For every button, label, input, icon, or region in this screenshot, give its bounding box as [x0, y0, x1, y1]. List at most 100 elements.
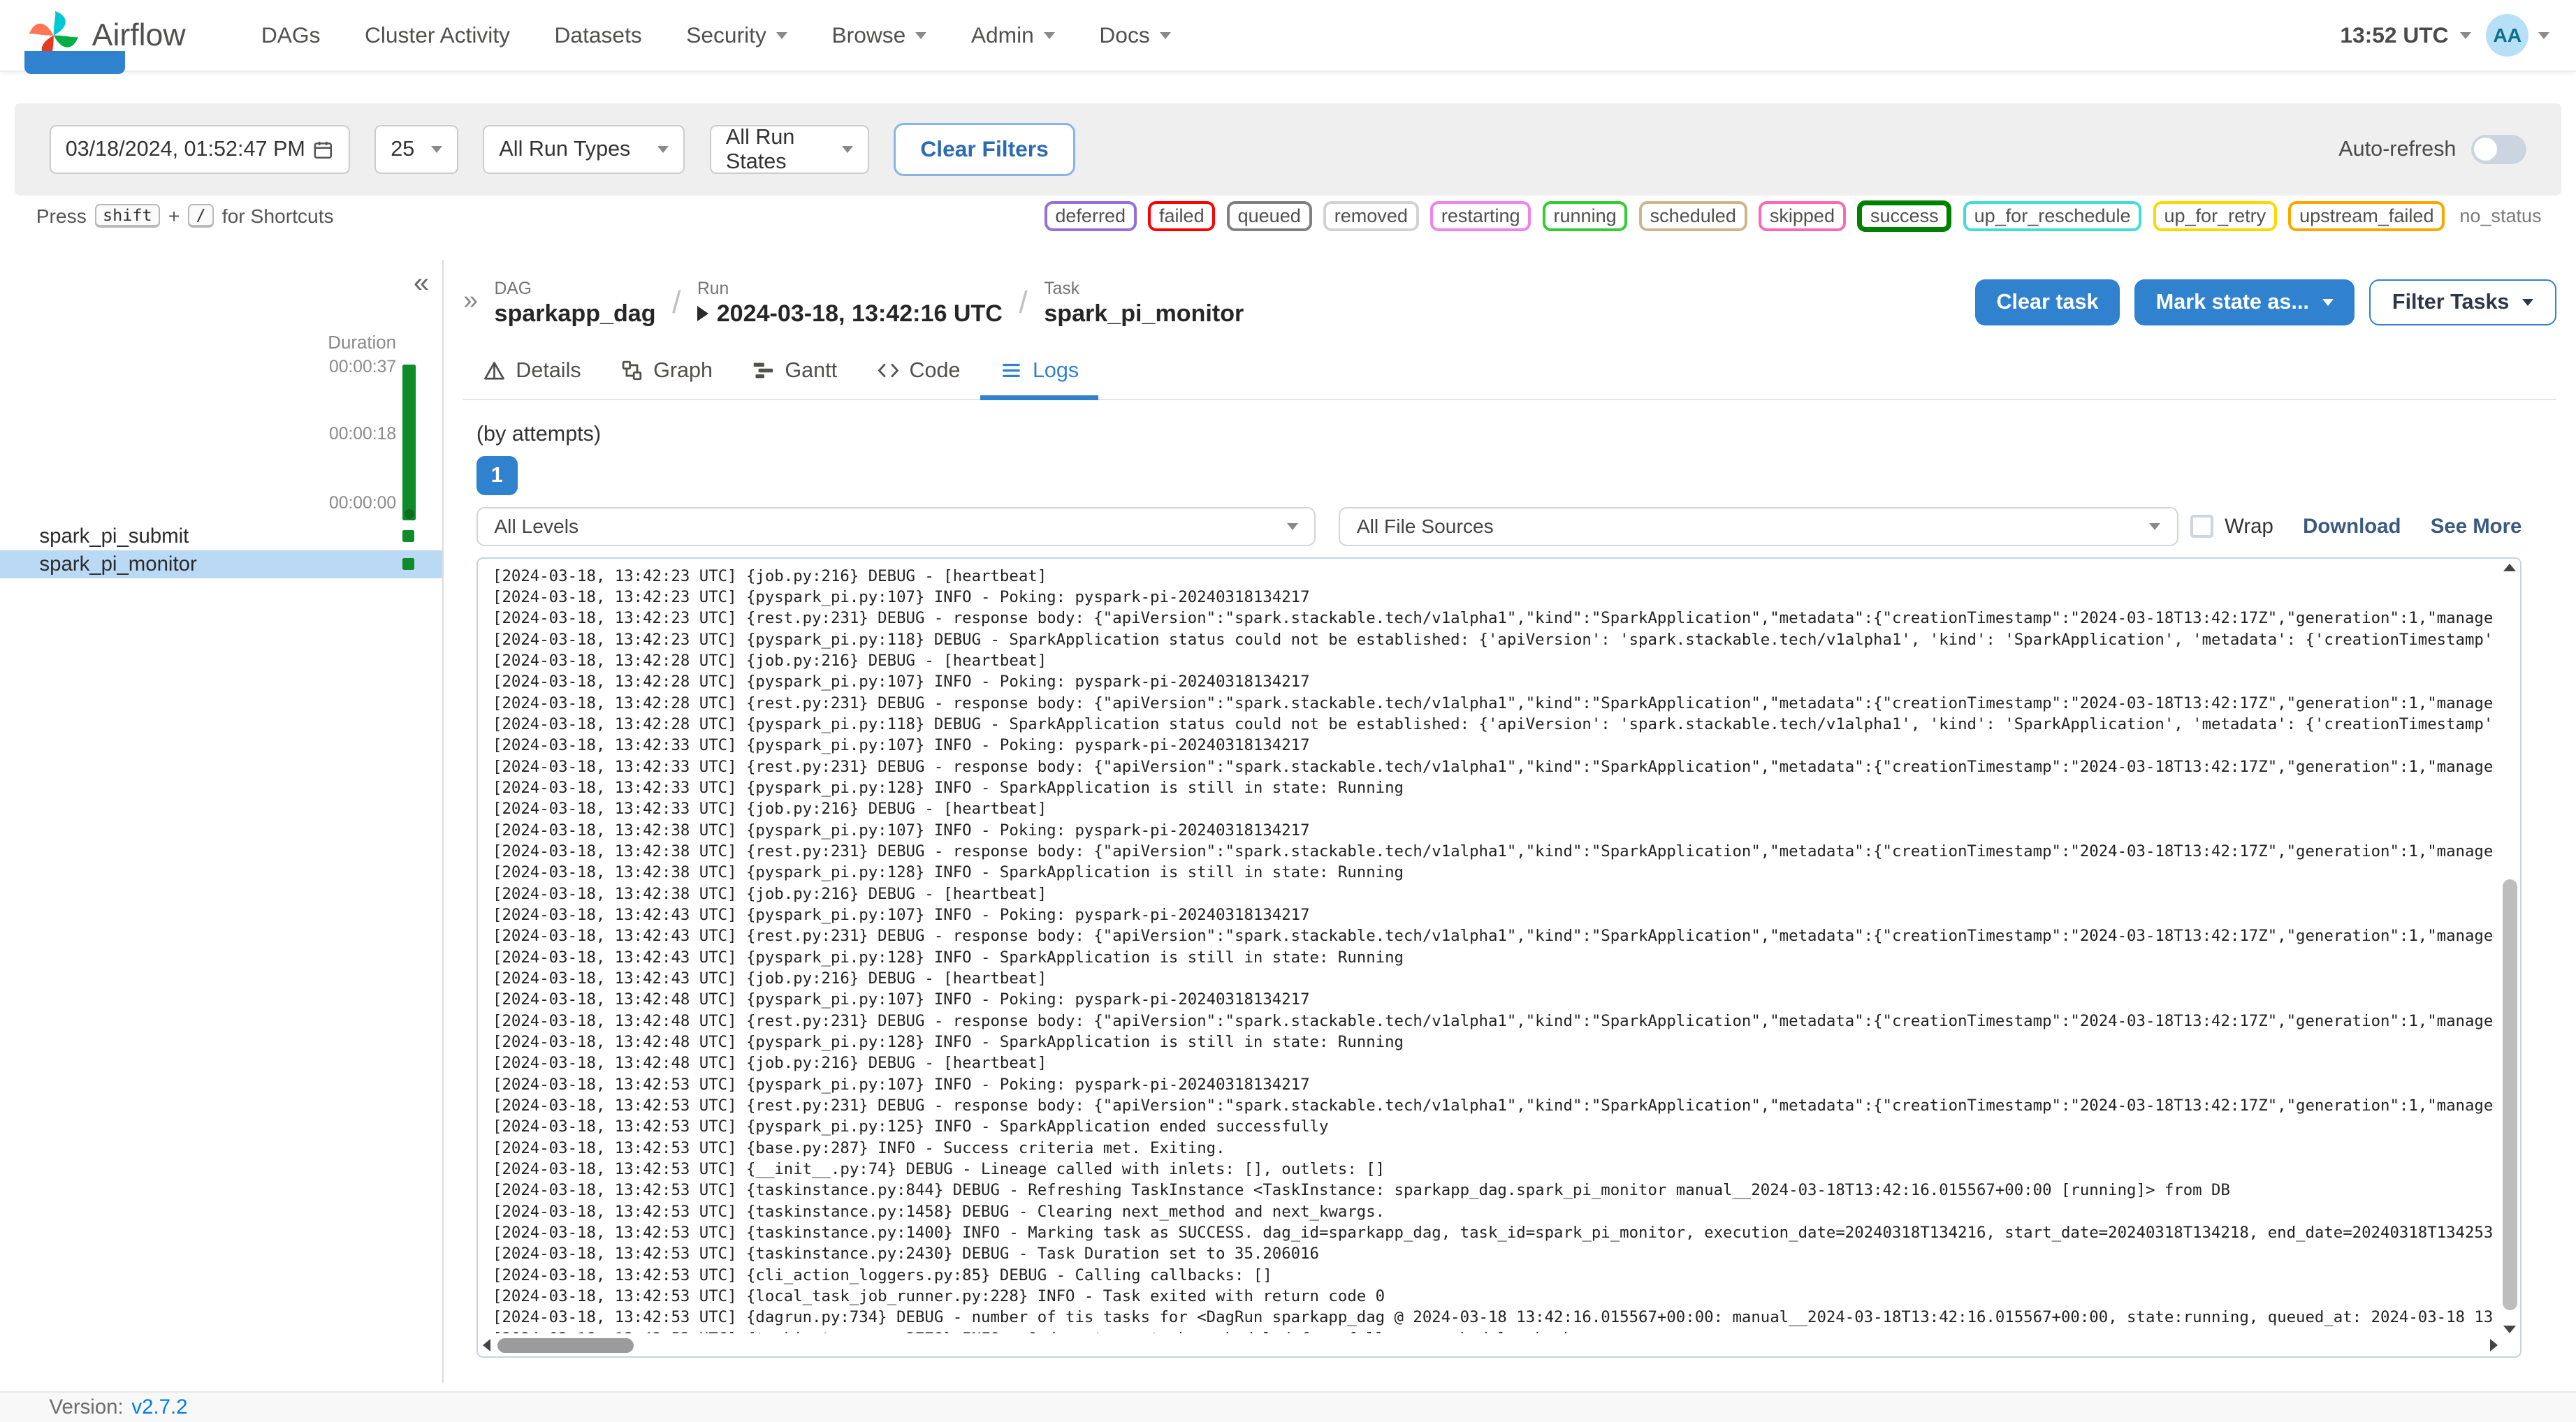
tab-label: Gantt: [785, 358, 838, 382]
nav-item-docs[interactable]: Docs: [1099, 22, 1171, 48]
legend-badge-removed[interactable]: removed: [1323, 200, 1419, 232]
scroll-right-icon[interactable]: [2489, 1338, 2498, 1351]
nav-item-datasets[interactable]: Datasets: [555, 22, 642, 48]
shortcuts-hint: Press shift + / for Shortcuts: [36, 204, 334, 228]
nav-item-label: Cluster Activity: [364, 22, 511, 48]
breadcrumb-task-label: Task: [1044, 279, 1080, 298]
wrap-checkbox[interactable]: [2190, 515, 2213, 538]
filter-tasks-button[interactable]: Filter Tasks: [2369, 279, 2556, 325]
download-logs-button[interactable]: Download: [2303, 515, 2401, 538]
wrap-toggle[interactable]: Wrap: [2190, 515, 2273, 538]
log-line: [2024-03-18, 13:42:23 UTC] {rest.py:231}…: [493, 609, 2494, 628]
tab-label: Details: [516, 358, 581, 382]
task-row-spark-pi-submit[interactable]: spark_pi_submit: [0, 522, 442, 550]
vertical-scrollbar[interactable]: [2502, 564, 2517, 1333]
run-types-select[interactable]: All Run Types: [483, 124, 685, 175]
legend-badge-upstream-failed[interactable]: upstream_failed: [2288, 200, 2445, 232]
task-name: spark_pi_submit: [39, 524, 189, 548]
log-line: [2024-03-18, 13:42:23 UTC] {job.py:216} …: [493, 566, 1047, 585]
dag-run-duration-bar[interactable]: [402, 365, 416, 521]
tab-details[interactable]: Details: [463, 348, 601, 400]
nav-item-security[interactable]: Security: [686, 22, 787, 48]
log-line: [2024-03-18, 13:42:38 UTC] {rest.py:231}…: [493, 842, 2494, 861]
log-line: [2024-03-18, 13:42:28 UTC] {pyspark_pi.p…: [493, 673, 1310, 691]
tab-gantt[interactable]: Gantt: [732, 348, 857, 400]
scroll-left-icon[interactable]: [483, 1338, 490, 1351]
chevron-down-icon: [2460, 31, 2471, 40]
log-line: [2024-03-18, 13:42:38 UTC] {pyspark_pi.p…: [493, 821, 1310, 840]
run-id: 2024-03-18, 13:42:16 UTC: [716, 300, 1003, 327]
breadcrumb-run-label: Run: [697, 279, 729, 298]
legend-badge-up-for-reschedule[interactable]: up_for_reschedule: [1963, 200, 2142, 232]
version-link[interactable]: v2.7.2: [131, 1395, 187, 1419]
task-status-square[interactable]: [402, 530, 414, 542]
legend-row: Press shift + / for Shortcuts deferred fa…: [0, 200, 2576, 232]
collapse-sidebar-icon[interactable]: «: [414, 269, 429, 298]
tab-logs[interactable]: Logs: [980, 348, 1099, 401]
log-line: [2024-03-18, 13:42:53 UTC] {taskinstance…: [493, 1181, 2230, 1200]
logs-icon: [1000, 359, 1023, 382]
date-filter-input[interactable]: 03/18/2024, 01:52:47 PM: [49, 124, 350, 175]
nav-item-cluster-activity[interactable]: Cluster Activity: [365, 22, 510, 48]
vertical-scrollbar-thumb[interactable]: [2502, 879, 2517, 1310]
version-label: Version:: [49, 1395, 124, 1419]
clear-filters-button[interactable]: Clear Filters: [894, 123, 1076, 176]
wrap-label: Wrap: [2225, 514, 2273, 538]
legend-badge-up-for-retry[interactable]: up_for_retry: [2153, 200, 2277, 232]
mark-state-as-button[interactable]: Mark state as...: [2134, 279, 2355, 325]
chevron-down-icon: [2538, 31, 2550, 40]
expand-icon[interactable]: »: [463, 287, 478, 314]
chevron-down-icon: [2322, 298, 2334, 307]
see-more-button[interactable]: See More: [2431, 515, 2522, 538]
tab-label: Logs: [1032, 358, 1079, 382]
log-line: [2024-03-18, 13:42:33 UTC] {pyspark_pi.p…: [493, 779, 1404, 798]
task-row-spark-pi-monitor[interactable]: spark_pi_monitor: [0, 550, 442, 578]
tab-label: Graph: [653, 358, 713, 382]
tab-graph[interactable]: Graph: [601, 348, 732, 400]
tab-code[interactable]: Code: [857, 348, 980, 400]
status-legend: deferred failed queued removed restarting run…: [1044, 200, 2542, 232]
horizontal-scrollbar-thumb[interactable]: [497, 1337, 634, 1353]
breadcrumb-dag-label: DAG: [494, 279, 532, 298]
legend-badge-restarting[interactable]: restarting: [1430, 200, 1531, 232]
legend-badge-skipped[interactable]: skipped: [1759, 200, 1846, 232]
breadcrumb-dag-value[interactable]: sparkapp_dag: [495, 299, 656, 328]
breadcrumb-run-value[interactable]: 2024-03-18, 13:42:16 UTC: [697, 299, 1003, 328]
log-line: [2024-03-18, 13:42:33 UTC] {job.py:216} …: [493, 800, 1047, 819]
partially-visible-button[interactable]: [24, 50, 125, 74]
breadcrumb-task-value[interactable]: spark_pi_monitor: [1044, 299, 1244, 328]
legend-badge-deferred[interactable]: deferred: [1044, 200, 1137, 232]
log-line: [2024-03-18, 13:42:53 UTC] {taskinstance…: [493, 1245, 1319, 1263]
scroll-up-icon[interactable]: [2503, 564, 2516, 572]
legend-badge-queued[interactable]: queued: [1226, 200, 1312, 232]
chevron-down-icon: [1286, 522, 1298, 531]
nav-item-browse[interactable]: Browse: [831, 22, 927, 48]
auto-refresh-toggle[interactable]: [2471, 134, 2527, 165]
scroll-down-icon[interactable]: [2503, 1325, 2516, 1333]
log-file-source-select[interactable]: All File Sources: [1339, 506, 2178, 546]
log-level-value: All Levels: [494, 515, 579, 538]
toggle-knob: [2474, 138, 2498, 161]
legend-badge-success[interactable]: success: [1857, 200, 1952, 232]
legend-badge-failed[interactable]: failed: [1148, 200, 1216, 232]
log-line: [2024-03-18, 13:42:28 UTC] {rest.py:231}…: [493, 694, 2494, 712]
legend-badge-scheduled[interactable]: scheduled: [1638, 200, 1747, 232]
clock-dropdown[interactable]: 13:52 UTC: [2340, 22, 2471, 48]
nav-item-label: Security: [686, 22, 766, 48]
run-states-select[interactable]: All Run States: [709, 124, 869, 175]
nav-item-dags[interactable]: DAGs: [261, 22, 321, 48]
task-status-square[interactable]: [402, 558, 414, 570]
breadcrumb-separator: /: [1019, 286, 1028, 321]
page-size-select[interactable]: 25: [374, 124, 458, 175]
nav-item-admin[interactable]: Admin: [971, 22, 1055, 48]
user-menu[interactable]: AA: [2486, 14, 2550, 57]
breadcrumb-run: Run 2024-03-18, 13:42:16 UTC: [697, 279, 1003, 329]
log-level-select[interactable]: All Levels: [476, 506, 1316, 546]
legend-badge-running[interactable]: running: [1542, 200, 1628, 232]
log-line: [2024-03-18, 13:42:53 UTC] {taskinstance…: [493, 1328, 2494, 1333]
clear-task-button[interactable]: Clear task: [1974, 279, 2120, 325]
horizontal-scrollbar[interactable]: [483, 1337, 2498, 1353]
attempt-1-button[interactable]: 1: [476, 455, 518, 496]
run-types-value: All Run Types: [499, 137, 631, 161]
chevron-down-icon: [915, 31, 927, 40]
